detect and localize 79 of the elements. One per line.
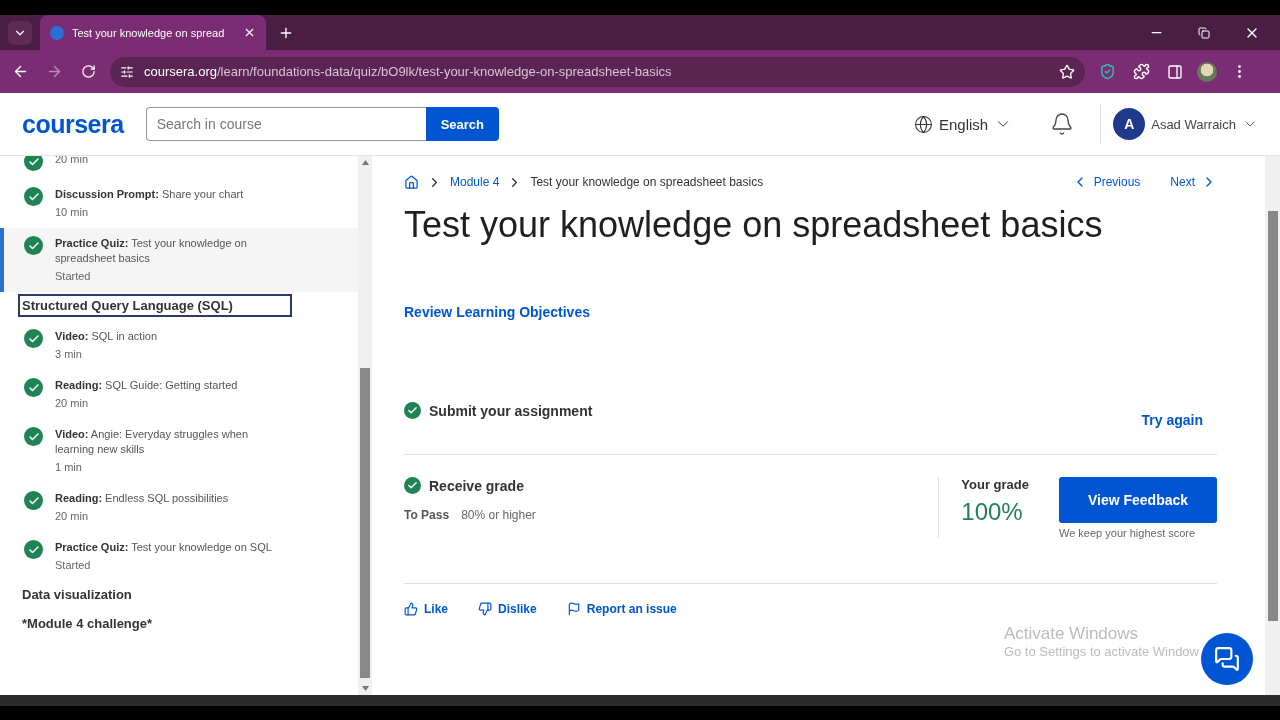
search-button[interactable]: Search	[425, 107, 499, 141]
home-icon[interactable]	[404, 174, 419, 190]
pass-value: 80% or higher	[461, 508, 536, 522]
restore-icon[interactable]	[1198, 26, 1210, 39]
page-title: Test your knowledge on spreadsheet basics	[404, 204, 1104, 246]
shield-icon[interactable]	[1098, 63, 1116, 80]
activation-text: Go to Settings to activate Window	[1003, 644, 1199, 659]
scroll-down-icon[interactable]	[361, 686, 369, 691]
reload-icon[interactable]	[80, 64, 96, 79]
activation-title: Activate Windows	[1003, 624, 1140, 644]
item-meta: 3 min	[55, 347, 83, 362]
course-item[interactable]: Reading: SQL Guide: Getting started 20 min	[0, 370, 358, 419]
bookmark-icon[interactable]	[1059, 63, 1075, 80]
breadcrumb-current: Test your knowledge on spreadsheet basics	[530, 175, 764, 189]
course-item[interactable]: 20 min	[0, 156, 358, 179]
item-meta: Started	[55, 269, 92, 284]
previous-link[interactable]: Previous	[1071, 174, 1141, 190]
step-label: Submit your assignment	[404, 402, 593, 419]
item-title: Discussion Prompt: Share your chart	[55, 187, 245, 202]
section-heading[interactable]: Data visualization	[20, 585, 290, 604]
report-link[interactable]: Report an issue	[566, 602, 677, 616]
url-text: coursera.org/learn/foundations-data/quiz/bO9lk/test-your-knowledge-on-spreadsheet-basics	[144, 64, 673, 79]
coursera-logo[interactable]: coursera	[22, 109, 124, 139]
site-settings-icon[interactable]	[120, 64, 134, 79]
course-item[interactable]: Discussion Prompt: Share your chart 10 min	[0, 179, 358, 228]
item-meta: Started	[55, 558, 92, 573]
site-icon	[50, 25, 64, 40]
breadcrumb-link[interactable]: Module 4	[450, 175, 500, 189]
try-again-link[interactable]: Try again	[1141, 412, 1203, 428]
pass-label: To Pass	[404, 508, 450, 522]
section-heading[interactable]: *Module 4 challenge*	[20, 614, 290, 633]
item-meta: 1 min	[55, 460, 83, 475]
course-item[interactable]: Reading: Endless SQL possibilities 20 min	[0, 483, 358, 532]
globe-icon	[914, 114, 933, 134]
sidebar-scrollbar[interactable]	[358, 156, 372, 695]
language-selector[interactable]: English	[908, 113, 1019, 135]
item-title: Reading: Endless SQL possibilities	[55, 491, 230, 506]
flag-icon	[566, 602, 581, 616]
score-note: We keep your highest score	[1059, 527, 1197, 539]
user-avatar: A	[1113, 108, 1146, 140]
close-icon[interactable]	[243, 26, 256, 39]
address-bar[interactable]: coursera.org/learn/foundations-data/quiz/bO9lk/test-your-knowledge-on-spreadsheet-basics	[110, 56, 1085, 87]
item-meta: 10 min	[55, 205, 90, 220]
chat-icon	[1214, 646, 1240, 672]
notification-bell-icon[interactable]	[1050, 112, 1075, 136]
item-meta: 20 min	[55, 396, 90, 411]
dislike-link[interactable]: Dislike	[478, 602, 537, 616]
course-item[interactable]: Video: Angie: Everyday struggles when learning new skills 1 min	[0, 419, 358, 483]
item-meta: 20 min	[55, 509, 90, 524]
extensions-icon[interactable]	[1132, 63, 1150, 80]
item-title: Video: SQL in action	[55, 329, 159, 344]
item-title: Practice Quiz: Test your knowledge on SQL	[55, 540, 273, 555]
user-menu[interactable]: A Asad Warraich	[1113, 108, 1258, 140]
item-title: Video: Angie: Everyday struggles when learning new skills	[55, 427, 249, 457]
course-item[interactable]: Practice Quiz: Test your knowledge on spreadsheet basics Started	[0, 228, 358, 292]
course-item[interactable]: Practice Quiz: Test your knowledge on SQL Started	[0, 532, 358, 581]
page-scrollbar[interactable]	[1265, 156, 1280, 695]
tab-list-button[interactable]	[8, 20, 32, 45]
tab-title: Test your knowledge on spread	[72, 26, 226, 39]
item-title: Practice Quiz: Test your knowledge on spreadsheet basics	[55, 236, 248, 266]
search-field[interactable]: Search in course	[145, 107, 426, 141]
chat-button[interactable]	[1201, 633, 1253, 685]
item-meta: 20 min	[55, 156, 90, 167]
profile-avatar[interactable]	[1197, 61, 1217, 82]
grade-value: 100%	[961, 498, 1024, 526]
thumbs-down-icon	[478, 602, 492, 616]
like-link[interactable]: Like	[404, 602, 448, 616]
step-label: Receive grade	[404, 477, 536, 494]
thumbs-up-icon	[404, 602, 418, 616]
grade-label: Your grade	[961, 477, 1029, 492]
next-link[interactable]: Next	[1170, 174, 1217, 190]
scroll-up-icon[interactable]	[361, 160, 369, 165]
view-feedback-button[interactable]: View Feedback	[1059, 477, 1217, 523]
course-item[interactable]: Video: SQL in action 3 min	[0, 321, 358, 370]
side-panel-icon[interactable]	[1167, 63, 1183, 80]
item-title: Reading: SQL Guide: Getting started	[55, 378, 239, 393]
section-heading[interactable]: Structured Query Language (SQL)	[20, 296, 290, 315]
objectives-link[interactable]: Review Learning Objectives	[404, 304, 1217, 320]
browser-tab[interactable]: Test your knowledge on spread	[40, 15, 266, 50]
